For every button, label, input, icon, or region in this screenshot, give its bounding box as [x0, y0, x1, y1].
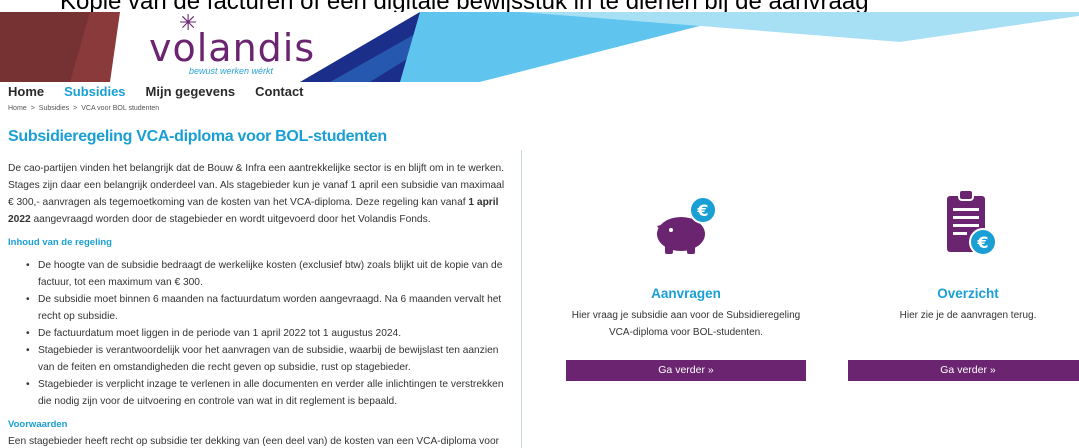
- nav-item-subsidies[interactable]: Subsidies: [64, 84, 125, 104]
- main-nav: Home Subsidies Mijn gegevens Contact: [8, 84, 304, 104]
- card-title-overzicht: Overzicht: [937, 286, 999, 301]
- list-item: De subsidie moet binnen 6 maanden na fac…: [26, 291, 508, 325]
- volandis-logo[interactable]: ✳ volandis bewust werken wérkt: [145, 12, 314, 78]
- svg-text:€: €: [976, 233, 988, 252]
- ga-verder-overzicht-button[interactable]: Ga verder »: [848, 360, 1079, 381]
- section-title-inhoud: Inhoud van de regeling: [8, 237, 112, 248]
- breadcrumb: Home > Subsidies > VCA voor BOL studente…: [8, 105, 159, 112]
- card-overzicht: € Overzicht Hier zie je de aanvragen ter…: [848, 180, 1079, 381]
- logo-tagline: bewust werken wérkt: [188, 66, 273, 76]
- breadcrumb-separator: >: [73, 105, 78, 112]
- voorwaarden-text: Een stagebieder heeft recht op subsidie …: [8, 436, 499, 447]
- section-title-voorwaarden: Voorwaarden: [8, 419, 68, 430]
- header-strip-text: Kopie van de facturen of een digitale be…: [60, 0, 869, 12]
- nav-item-home[interactable]: Home: [8, 84, 44, 104]
- list-item: Stagebieder is verantwoordelijk voor het…: [26, 342, 508, 376]
- list-item: Stagebieder is verplicht inzage te verle…: [26, 376, 508, 410]
- page-title: Subsidieregeling VCA-diploma voor BOL-st…: [8, 128, 387, 145]
- column-divider: [521, 150, 522, 448]
- breadcrumb-separator: >: [30, 105, 35, 112]
- site-banner: ✳ volandis bewust werken wérkt: [0, 12, 1079, 82]
- header-strip: Kopie van de facturen of een digitale be…: [0, 0, 1079, 12]
- nav-item-contact[interactable]: Contact: [255, 84, 303, 104]
- nav-item-mijn-gegevens[interactable]: Mijn gegevens: [146, 84, 236, 104]
- breadcrumb-home[interactable]: Home: [8, 105, 27, 112]
- ga-verder-aanvragen-button[interactable]: Ga verder »: [566, 360, 806, 381]
- card-aanvragen: € Aanvragen Hier vraag je subsidie aan v…: [566, 180, 806, 381]
- breadcrumb-current: VCA voor BOL studenten: [81, 105, 160, 112]
- regulation-list: De hoogte van de subsidie bedraagt de we…: [26, 257, 508, 410]
- svg-text:€: €: [696, 201, 708, 220]
- card-description-aanvragen: Hier vraag je subsidie aan voor de Subsi…: [571, 310, 801, 338]
- piggy-bank-euro-icon: €: [657, 196, 717, 254]
- regulation-content: De cao-partijen vinden het belangrijk da…: [8, 160, 508, 448]
- clipboard-euro-icon: €: [947, 189, 997, 256]
- logo-wordmark: volandis: [149, 26, 316, 70]
- list-item: De factuurdatum moet liggen in de period…: [26, 325, 508, 342]
- card-title-aanvragen: Aanvragen: [651, 286, 721, 301]
- intro-paragraph: De cao-partijen vinden het belangrijk da…: [8, 163, 505, 225]
- list-item: De hoogte van de subsidie bedraagt de we…: [26, 257, 508, 291]
- breadcrumb-subsidies[interactable]: Subsidies: [39, 105, 69, 112]
- card-description-overzicht: Hier zie je de aanvragen terug.: [899, 310, 1037, 321]
